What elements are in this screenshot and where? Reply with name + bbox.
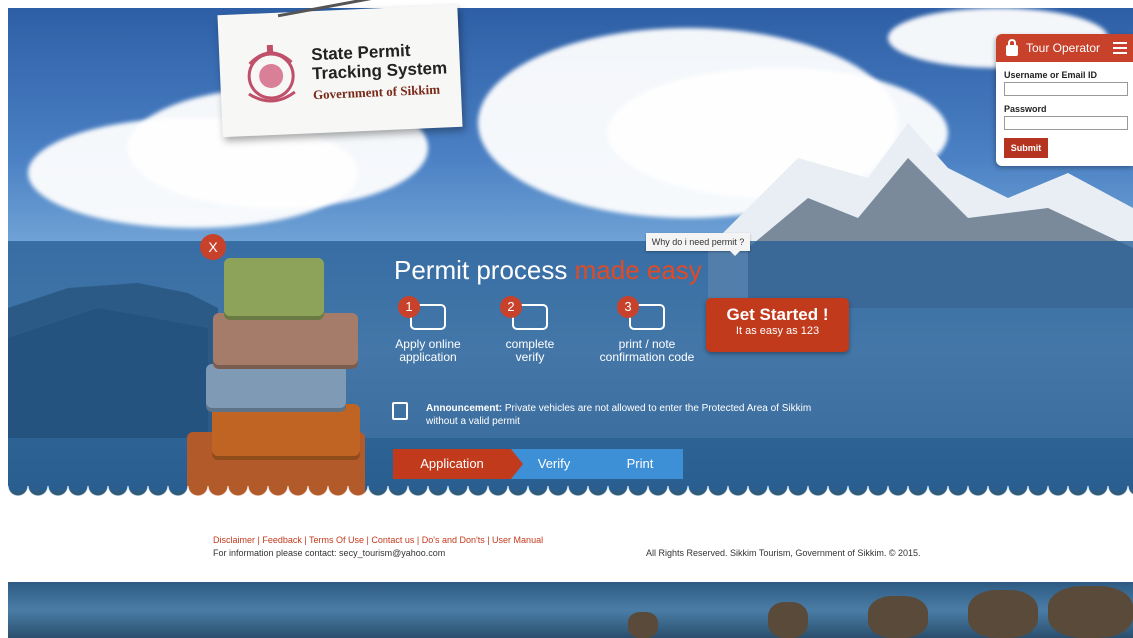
submit-button[interactable]: Submit (1004, 138, 1048, 158)
step-label-line2: verify (515, 350, 545, 364)
page: State Permit Tracking System Government … (0, 0, 1133, 638)
tab-verify[interactable]: Verify (511, 449, 609, 479)
lock-icon (1006, 38, 1018, 56)
step-number: 1 (398, 296, 420, 318)
login-header: Tour Operator (996, 34, 1133, 62)
card-icon: 2 (500, 296, 548, 330)
laptop-lock-icon: 1 (398, 296, 446, 330)
tab-print[interactable]: Print (597, 449, 683, 479)
footer-contact: For information please contact: secy_tou… (213, 548, 446, 558)
footer-links[interactable]: Disclaimer | Feedback | Terms Of Use | C… (213, 535, 543, 545)
bottom-lake-image (8, 582, 1133, 638)
id-card-icon: 3 (617, 296, 665, 330)
why-permit-tooltip[interactable]: Why do i need permit ? (646, 233, 750, 256)
get-started-subtitle: It as easy as 123 (735, 325, 820, 337)
site-title: State Permit Tracking System (311, 39, 448, 83)
step-print: 3 print / note confirmation code (592, 296, 702, 364)
site-title-card: State Permit Tracking System Government … (217, 0, 463, 138)
step-number: 3 (617, 296, 639, 318)
announcement-label: Announcement: (426, 403, 503, 414)
headline-plain: Permit process (394, 255, 568, 285)
step-label-line2: application (399, 350, 457, 364)
headline-accent: made easy (574, 255, 702, 285)
tab-application[interactable]: Application (393, 449, 523, 479)
username-label: Username or Email ID (1004, 70, 1098, 80)
step-number: 2 (500, 296, 522, 318)
banner-headline: Permit process made easy (394, 255, 702, 286)
password-label: Password (1004, 104, 1047, 114)
close-banner-button[interactable]: X (200, 234, 226, 260)
tour-operator-login-panel: Tour Operator Username or Email ID Passw… (996, 34, 1133, 166)
step-verify: 2 complete verify (475, 296, 585, 364)
announcement-text-block: Announcement: Private vehicles are not a… (426, 402, 812, 428)
announcement: Announcement: Private vehicles are not a… (392, 402, 812, 428)
get-started-title: Get Started ! (726, 305, 829, 324)
footer-copyright: All Rights Reserved. Sikkim Tourism, Gov… (646, 548, 921, 558)
username-input[interactable] (1004, 82, 1128, 96)
sikkim-emblem-logo (247, 44, 296, 103)
site-subtitle: Government of Sikkim (312, 81, 441, 103)
password-input[interactable] (1004, 116, 1128, 130)
step-label-line2: confirmation code (599, 350, 695, 364)
get-started-button[interactable]: Get Started ! It as easy as 123 (706, 298, 849, 352)
process-steps-nav: Application Verify Print (393, 449, 683, 479)
step-apply: 1 Apply online application (373, 296, 483, 364)
hamburger-menu-icon[interactable] (1113, 42, 1127, 54)
footer (8, 498, 1133, 582)
login-heading: Tour Operator (1026, 41, 1101, 55)
announcement-icon (392, 402, 408, 420)
